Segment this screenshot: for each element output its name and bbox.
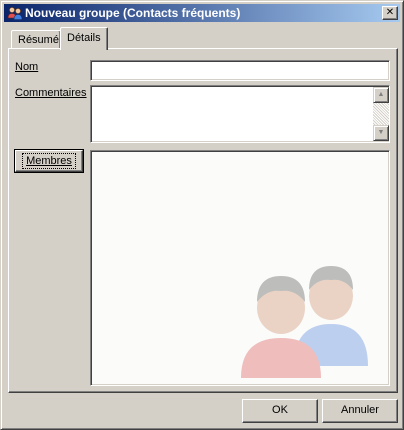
tab-details[interactable]: Détails xyxy=(60,27,108,50)
group-contacts-icon xyxy=(7,7,23,20)
dialog-window: Nouveau groupe (Contacts fréquents) ✕ Ré… xyxy=(0,0,404,430)
ok-button[interactable]: OK xyxy=(242,399,318,423)
window-title: Nouveau groupe (Contacts fréquents) xyxy=(25,6,241,20)
title-bar[interactable]: Nouveau groupe (Contacts fréquents) ✕ xyxy=(4,4,400,22)
details-tab-panel xyxy=(8,48,398,393)
close-button[interactable]: ✕ xyxy=(382,6,398,20)
close-icon: ✕ xyxy=(385,7,395,18)
tab-resume[interactable]: Résumé xyxy=(11,30,61,49)
annuler-button[interactable]: Annuler xyxy=(322,399,398,423)
